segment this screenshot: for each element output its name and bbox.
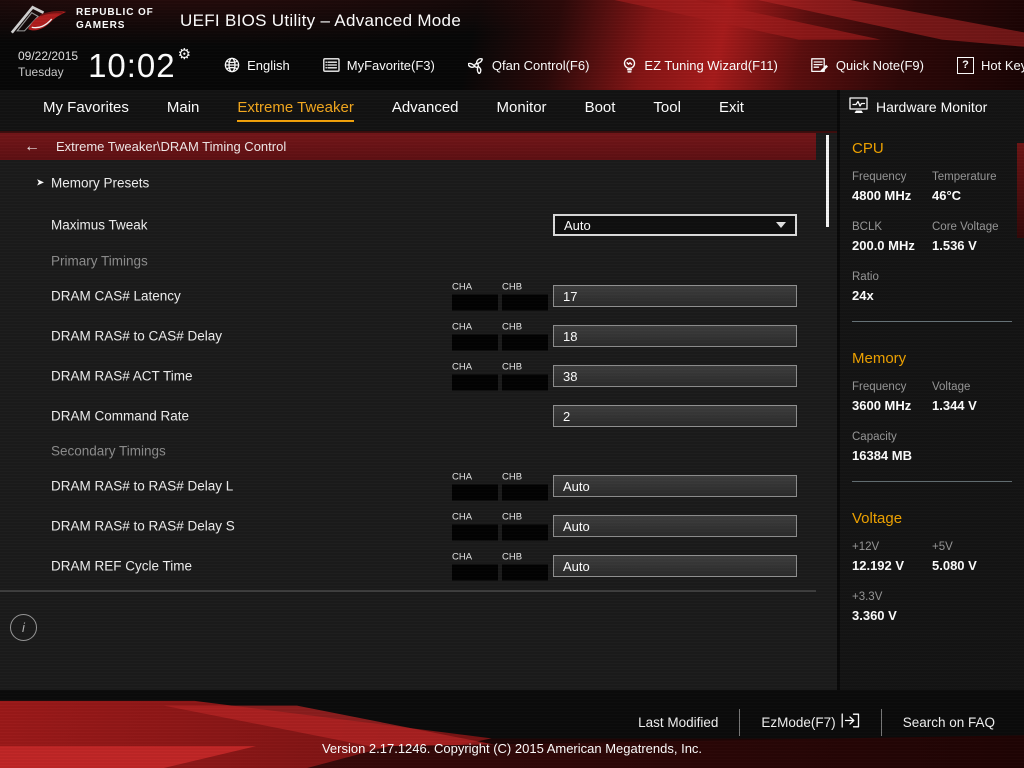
note-icon [810,57,829,73]
gear-icon[interactable]: ⚙ [178,46,192,63]
dram-cas-latency-input[interactable]: 17 [553,285,797,307]
section-divider [852,481,1012,482]
row-dram-command-rate: DRAM Command Rate 2 [0,396,816,436]
channel-box-chb [502,374,548,391]
row-dram-ras-to-ras-delay-s: DRAM RAS# to RAS# Delay S CHA CHB Auto [0,506,816,546]
monitor-icon [849,97,869,117]
row-dram-ras-to-cas-delay: DRAM RAS# to CAS# Delay CHA CHB 18 [0,316,816,356]
tab-advanced[interactable]: Advanced [373,99,478,122]
brand-text: REPUBLIC OF GAMERS [76,7,154,31]
main-menu: My Favorites Main Extreme Tweaker Advanced M… [0,90,837,133]
breadcrumb-bar: ← Extreme Tweaker\DRAM Timing Control [0,133,816,160]
dram-ras-to-ras-delay-l-input[interactable]: Auto [553,475,797,497]
last-modified-button[interactable]: Last Modified [617,715,739,730]
tab-my-favorites[interactable]: My Favorites [24,99,148,122]
wizard-bulb-icon [622,57,637,74]
toolbar-qfan-control-f6[interactable]: Qfan Control(F6) [467,57,589,74]
toolbar-ez-tuning-wizard-f11[interactable]: EZ Tuning Wizard(F11) [622,57,778,74]
scrollbar-thumb[interactable] [826,135,829,227]
row-memory-presets[interactable]: ➤ Memory Presets [0,162,816,204]
section-divider [852,321,1012,322]
hardware-monitor-sections: CPU Frequency 4800 MHz Temperature 46°C BCLK 2… [840,124,1024,623]
section-primary-timings: Primary Timings [51,253,148,269]
info-icon[interactable]: i [10,614,37,641]
channel-box-cha [452,374,498,391]
channel-box-cha [452,294,498,311]
channel-status: CHA CHB [452,472,552,501]
dram-ras-to-cas-delay-input[interactable]: 18 [553,325,797,347]
row-maximus-tweak: Maximus Tweak Auto [0,204,816,246]
tab-monitor[interactable]: Monitor [478,99,566,122]
channel-box-chb [502,564,548,581]
hw-section-voltage: Voltage +12V 12.192 V +5V 5.080 V +3.3V 3.360 … [852,510,977,623]
page-title: UEFI BIOS Utility – Advanced Mode [180,11,462,30]
channel-box-chb [502,334,548,351]
channel-status: CHA CHB [452,322,552,351]
toolbar-hot-keys[interactable]: ?Hot Keys [956,56,1024,74]
breadcrumb: Extreme Tweaker\DRAM Timing Control [56,139,287,154]
chevron-down-icon [776,222,786,228]
channel-box-cha [452,524,498,541]
channel-box-cha [452,334,498,351]
footer: Last Modified EzMode(F7) Search on FAQ V… [0,690,1024,768]
question-icon: ? [956,56,974,74]
channel-status: CHA CHB [452,512,552,541]
channel-box-chb [502,294,548,311]
channel-status: CHA CHB [452,362,552,391]
dram-command-rate-input[interactable]: 2 [553,405,797,427]
toolbar: 09/22/2015 Tuesday 10:02 ⚙ English MyFavor… [0,40,1024,90]
toolbar-items: English MyFavorite(F3) Qfan Control(F6) EZ … [224,56,1024,74]
channel-box-cha [452,564,498,581]
header: REPUBLIC OF GAMERS UEFI BIOS Utility – A… [0,0,1024,90]
date-display: 09/22/2015 Tuesday [18,49,79,79]
toolbar-quick-note-f9[interactable]: Quick Note(F9) [810,57,924,73]
hardware-monitor-header: Hardware Monitor [840,90,1024,124]
top-bar: REPUBLIC OF GAMERS UEFI BIOS Utility – A… [0,0,1024,40]
row-dram-cas-latency: DRAM CAS# Latency CHA CHB 17 [0,276,816,316]
maximus-tweak-dropdown[interactable]: Auto [553,214,797,236]
ezmode-button[interactable]: EzMode(F7) [740,713,880,731]
tab-tool[interactable]: Tool [634,99,700,122]
channel-box-chb [502,524,548,541]
time-display: 10:02 ⚙ [88,46,193,84]
row-dram-ras-to-ras-delay-l: DRAM RAS# to RAS# Delay L CHA CHB Auto [0,466,816,506]
ezmode-exit-icon [841,713,860,731]
dram-ras-act-time-input[interactable]: 38 [553,365,797,387]
tab-main[interactable]: Main [148,99,219,122]
search-on-faq-button[interactable]: Search on FAQ [882,715,1016,730]
tab-exit[interactable]: Exit [700,99,763,122]
dram-ref-cycle-time-input[interactable]: Auto [553,555,797,577]
channel-status: CHA CHB [452,282,552,311]
toolbar-myfavorite-f3[interactable]: MyFavorite(F3) [322,58,435,73]
rog-logo-icon [10,3,68,42]
row-dram-ras-act-time: DRAM RAS# ACT Time CHA CHB 38 [0,356,816,396]
submenu-arrow-icon: ➤ [36,177,45,189]
globe-icon [224,57,240,73]
clock: 09/22/2015 Tuesday 10:02 ⚙ [0,45,192,85]
hardware-monitor-panel: Hardware Monitor CPU Frequency 4800 MHz Tem… [837,90,1024,690]
uefi-bios-screen: REPUBLIC OF GAMERS UEFI BIOS Utility – A… [0,0,1024,768]
footer-action-bar: Last Modified EzMode(F7) Search on FAQ [617,706,1016,738]
channel-box-chb [502,484,548,501]
favorites-list-icon [322,58,340,72]
settings-panel: ← Extreme Tweaker\DRAM Timing Control ➤ M… [0,133,837,708]
back-arrow-icon[interactable]: ← [24,138,40,155]
hw-section-memory: Memory Frequency 3600 MHz Voltage 1.344 V Cap… [852,350,977,463]
tab-extreme-tweaker[interactable]: Extreme Tweaker [218,99,372,122]
sidebar-red-accent [1017,143,1024,238]
hw-section-cpu: CPU Frequency 4800 MHz Temperature 46°C BCLK 2… [852,140,999,303]
row-dram-ref-cycle-time: DRAM REF Cycle Time CHA CHB Auto [0,546,816,586]
tab-boot[interactable]: Boot [566,99,635,122]
version-text: Version 2.17.1246. Copyright (C) 2015 Am… [321,741,703,756]
settings-rows: ➤ Memory Presets Maximus Tweak Auto Primary … [0,162,816,586]
channel-box-cha [452,484,498,501]
toolbar-english[interactable]: English [224,57,290,73]
section-secondary-timings: Secondary Timings [51,443,166,459]
content-divider [0,590,816,592]
fan-icon [467,57,485,74]
channel-status: CHA CHB [452,552,552,581]
dram-ras-to-ras-delay-s-input[interactable]: Auto [553,515,797,537]
